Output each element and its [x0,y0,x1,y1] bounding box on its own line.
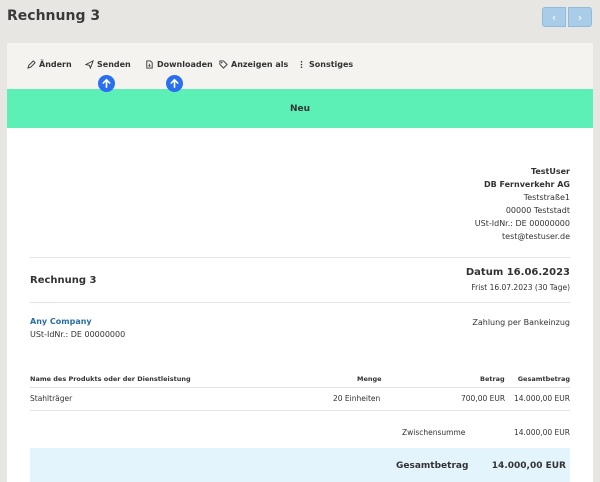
send-label: Senden [97,60,131,69]
invoice-title: Rechnung 3 [30,275,97,286]
divider [30,410,570,411]
page-title: Rechnung 3 [7,8,101,24]
sender-vat: USt-IdNr.: DE 00000000 [474,219,570,228]
status-banner: Neu [7,89,593,128]
sender-city: 00000 Teststadt [505,206,570,215]
file-download-icon [146,60,153,69]
total-label: Gesamtbetrag [396,461,469,471]
customer-vat: USt-IdNr.: DE 00000000 [30,330,126,339]
sender-street: Teststraße1 [523,193,570,202]
row-qty: 20 Einheiten [333,394,381,403]
download-button[interactable]: Downloaden [145,60,213,69]
row-price: 700,00 EUR [461,394,506,403]
subtotal-label: Zwischensumme [402,428,466,437]
sender-address: TestUser DB Fernverkehr AG Teststraße1 0… [475,165,570,243]
invoice-card: Ändern Senden Downloaden Anzeigen als So… [7,43,593,482]
row-product: Stahlträger [30,394,73,403]
more-button[interactable]: Sonstiges [297,60,353,69]
pencil-icon [27,60,36,69]
pager: ‹ › [542,7,592,27]
col-header-price: Betrag [480,375,505,383]
edit-label: Ändern [39,60,72,69]
invoice-due: Frist 16.07.2023 (30 Tage) [471,283,570,292]
subtotal-value: 14.000,00 EUR [514,428,570,437]
edit-button[interactable]: Ändern [27,60,72,69]
col-header-qty: Menge [357,375,382,383]
show-as-label: Anzeigen als [231,60,289,69]
toolbar: Ändern Senden Downloaden Anzeigen als So… [7,43,593,92]
paper-plane-icon [85,60,94,69]
dots-vertical-icon [300,60,303,69]
sender-email: test@testuser.de [502,232,570,241]
invoice-date: Datum 16.06.2023 [465,267,570,278]
download-label: Downloaden [157,60,213,69]
customer-name[interactable]: Any Company [30,317,92,326]
arrow-up-icon [98,75,115,92]
col-header-product: Name des Produkts oder der Dienstleistun… [30,375,191,383]
show-as-button[interactable]: Anzeigen als [219,60,288,69]
arrow-up-icon [166,75,183,92]
sender-name: TestUser [530,167,570,176]
col-header-total: Gesamtbetrag [517,375,570,383]
send-button[interactable]: Senden [85,60,131,69]
payment-method: Zahlung per Bankeinzug [472,318,570,327]
divider [30,387,570,388]
total-bar: Gesamtbetrag 14.000,00 EUR [30,448,570,482]
tag-icon [219,60,228,69]
divider [30,257,570,258]
next-button[interactable]: › [568,7,592,27]
row-total: 14.000,00 EUR [514,394,570,403]
prev-button[interactable]: ‹ [542,7,566,27]
more-label: Sonstiges [309,60,354,69]
divider [30,302,570,303]
sender-company: DB Fernverkehr AG [483,180,570,189]
total-value: 14.000,00 EUR [491,461,566,471]
